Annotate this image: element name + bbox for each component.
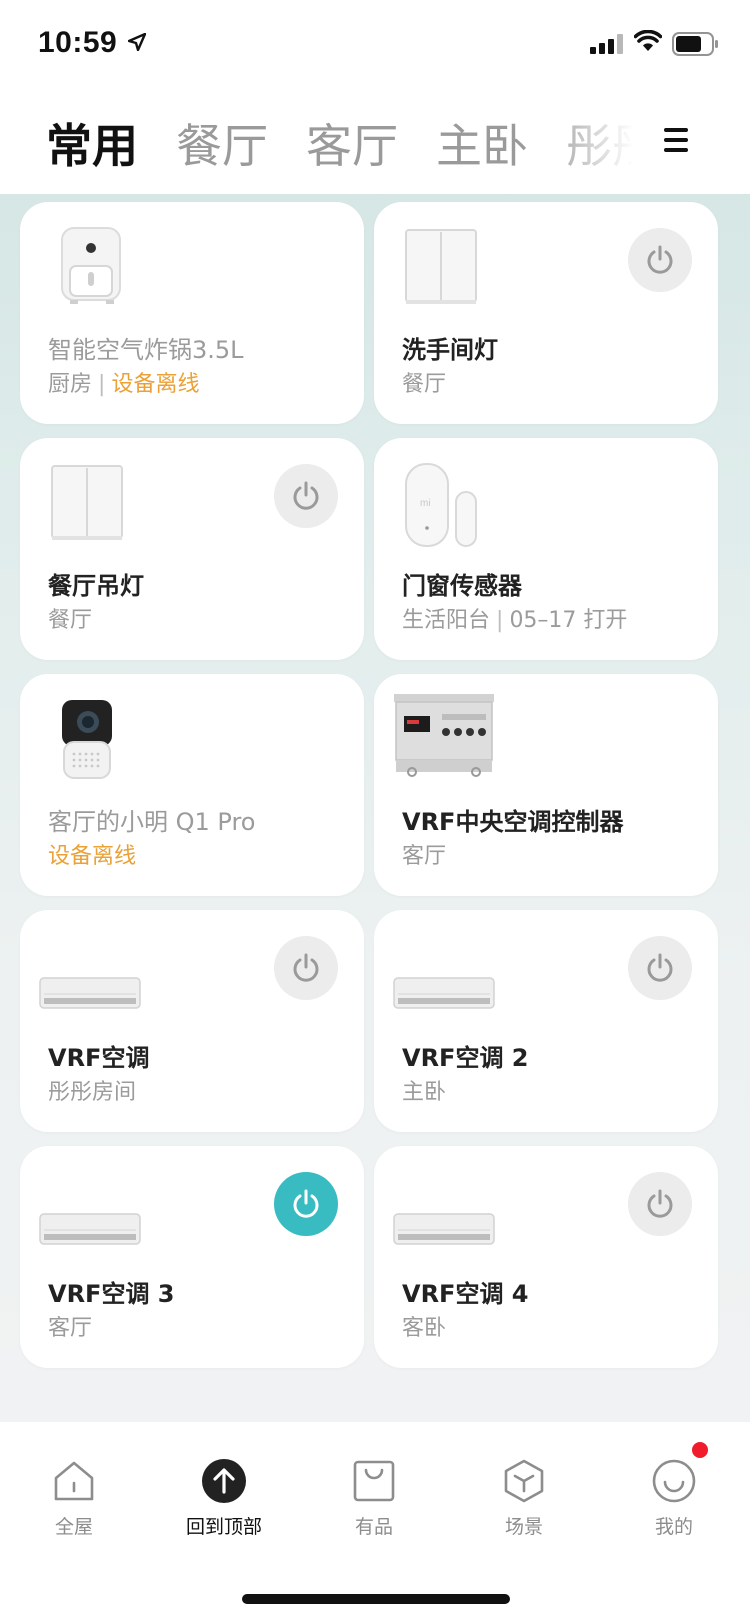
tab-主卧[interactable]: 主卧 [436, 110, 528, 176]
air-conditioner-image [393, 1213, 495, 1245]
device-room: 客卧 [402, 1316, 447, 1341]
tab-客厅[interactable]: 客厅 [306, 110, 398, 176]
location-arrow-icon [128, 33, 146, 51]
device-card-bathroom-light[interactable]: 洗手间灯 餐厅 [374, 202, 718, 424]
separator: | [98, 372, 106, 397]
device-card-vrf-ac-3[interactable]: VRF空调 3 客厅 [20, 1146, 364, 1368]
shop-bag-icon [353, 1460, 395, 1502]
smile-profile-icon [652, 1459, 696, 1503]
nav-label: 我的 [654, 1516, 693, 1538]
device-card-door-sensor[interactable]: mi 门窗传感器 生活阳台 | 05–17 打开 [374, 438, 718, 660]
power-icon [293, 481, 319, 510]
nav-label: 回到顶部 [185, 1516, 262, 1538]
device-title: 客厅的小明 Q1 Pro [48, 808, 256, 836]
device-title: VRF空调 [48, 1044, 150, 1072]
power-icon [647, 1189, 673, 1218]
device-title: 门窗传感器 [402, 572, 522, 600]
notification-badge [692, 1442, 708, 1458]
menu-icon[interactable] [664, 128, 688, 158]
offline-status: 设备离线 [48, 844, 137, 869]
air-conditioner-image [393, 977, 495, 1009]
nav-youpin[interactable]: 有品 [314, 1458, 434, 1539]
power-icon [647, 953, 673, 982]
cellular-signal-icon [590, 34, 623, 54]
power-icon [293, 953, 319, 982]
offline-status: 设备离线 [111, 372, 200, 397]
wall-switch-image [51, 465, 123, 540]
device-card-air-fryer[interactable]: 智能空气炸锅3.5L 厨房 | 设备离线 [20, 202, 364, 424]
nav-whole-house[interactable]: 全屋 [14, 1458, 134, 1539]
vrf-controller-image [394, 694, 494, 777]
device-card-vrf-controller[interactable]: VRF中央空调控制器 客厅 [374, 674, 718, 896]
device-title: 智能空气炸锅3.5L [48, 336, 244, 364]
device-room: 餐厅 [48, 608, 93, 633]
nav-label: 全屋 [54, 1516, 93, 1538]
device-subtitle: 设备离线 [48, 838, 136, 870]
power-button[interactable] [628, 228, 692, 292]
device-room: 彤彤房间 [48, 1080, 137, 1105]
nav-scene[interactable]: 场景 [464, 1458, 584, 1539]
header: 10:59 常用餐厅客厅主卧彤彤 [0, 0, 750, 194]
arrow-up-icon [202, 1459, 246, 1503]
device-card-vrf-ac-4[interactable]: VRF空调 4 客卧 [374, 1146, 718, 1368]
device-room: 生活阳台 [402, 608, 491, 633]
device-subtitle: 生活阳台 | 05–17 打开 [402, 602, 627, 634]
wifi-icon [634, 30, 662, 51]
tabs-fade [540, 108, 650, 180]
nav-label: 有品 [354, 1516, 393, 1538]
tab-常用[interactable]: 常用 [46, 110, 138, 176]
wall-switch-image [405, 229, 477, 304]
device-subtitle: 厨房 | 设备离线 [48, 366, 199, 398]
sensor-status: 05–17 打开 [509, 608, 628, 633]
device-room: 厨房 [48, 372, 93, 397]
device-card-dining-chandelier[interactable]: 餐厅吊灯 餐厅 [20, 438, 364, 660]
power-button[interactable] [274, 936, 338, 1000]
separator: | [496, 608, 504, 633]
device-title: 餐厅吊灯 [48, 572, 144, 600]
device-title: VRF中央空调控制器 [402, 808, 624, 836]
device-title: VRF空调 4 [402, 1280, 529, 1308]
device-card-vrf-ac-2[interactable]: VRF空调 2 主卧 [374, 910, 718, 1132]
nav-mine[interactable]: 我的 [614, 1458, 734, 1539]
nav-label: 场景 [504, 1516, 543, 1538]
air-conditioner-image [39, 977, 141, 1009]
power-icon [293, 1189, 319, 1218]
device-card-vrf-ac-1[interactable]: VRF空调 彤彤房间 [20, 910, 364, 1132]
status-time: 10:59 [38, 26, 118, 59]
tab-餐厅[interactable]: 餐厅 [176, 110, 268, 176]
device-title: 洗手间灯 [402, 336, 498, 364]
air-conditioner-image [39, 1213, 141, 1245]
power-button[interactable] [628, 1172, 692, 1236]
device-title: VRF空调 2 [402, 1044, 529, 1072]
power-button[interactable] [274, 464, 338, 528]
device-room: 客厅 [48, 1316, 93, 1341]
svg-text:mi: mi [420, 498, 431, 509]
projector-image [62, 700, 112, 779]
home-indicator [242, 1594, 510, 1604]
scene-cube-icon [504, 1459, 544, 1503]
door-sensor-image: mi [405, 463, 477, 547]
power-button[interactable] [274, 1172, 338, 1236]
air-fryer-image [61, 227, 121, 304]
device-room: 主卧 [402, 1080, 447, 1105]
device-card-projector[interactable]: 客厅的小明 Q1 Pro 设备离线 [20, 674, 364, 896]
power-button[interactable] [628, 936, 692, 1000]
nav-back-to-top[interactable]: 回到顶部 [164, 1458, 284, 1539]
battery-icon [672, 32, 718, 56]
home-icon [54, 1461, 94, 1501]
device-title: VRF空调 3 [48, 1280, 175, 1308]
power-icon [647, 245, 673, 274]
device-room: 客厅 [402, 844, 447, 869]
device-room: 餐厅 [402, 372, 447, 397]
